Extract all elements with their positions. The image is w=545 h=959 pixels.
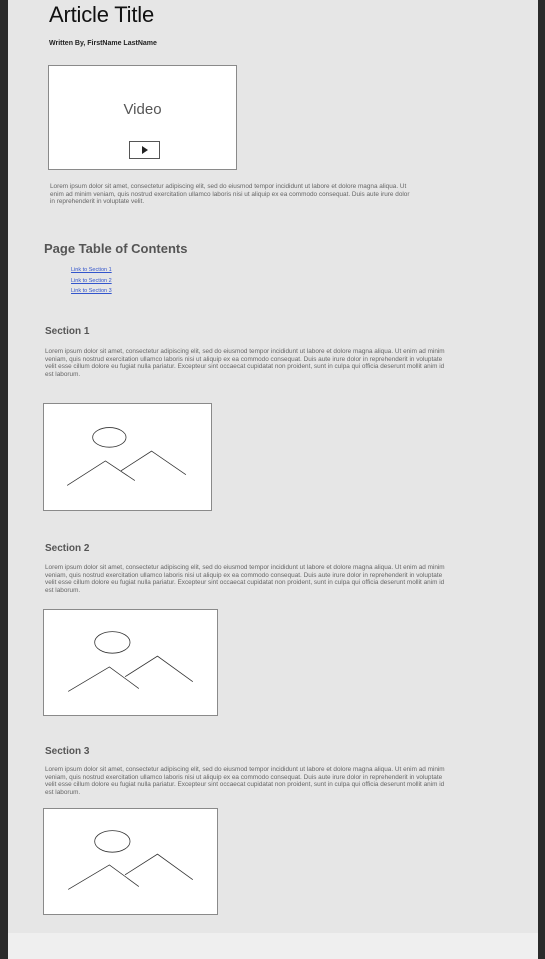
toc-item: Link to Section 3 xyxy=(71,286,112,297)
toc-item: Link to Section 2 xyxy=(71,276,112,287)
section-3-title: Section 3 xyxy=(45,746,90,757)
section-2-title: Section 2 xyxy=(45,543,90,554)
toc-link-section-3[interactable]: Link to Section 3 xyxy=(71,288,112,294)
article-title: Article Title xyxy=(49,2,154,27)
image-placeholder-graphic xyxy=(66,427,187,486)
image-placeholder-graphic xyxy=(67,631,194,692)
toc-title: Page Table of Contents xyxy=(44,241,188,256)
byline: Written By, FirstName LastName xyxy=(49,40,157,47)
play-icon[interactable] xyxy=(129,141,160,159)
image-placeholder-icon xyxy=(43,808,218,915)
video-label: Video xyxy=(123,101,162,118)
section-1-title: Section 1 xyxy=(45,326,90,337)
image-placeholder-icon xyxy=(43,403,212,511)
video-player[interactable]: Video xyxy=(48,65,237,170)
toc-list: Link to Section 1 Link to Section 2 Link… xyxy=(71,265,112,297)
toc-item: Link to Section 1 xyxy=(71,265,112,276)
section-1-body: Lorem ipsum dolor sit amet, consectetur … xyxy=(45,348,445,378)
footer-band xyxy=(8,933,538,959)
article-page: Article Title Written By, FirstName Last… xyxy=(8,0,538,959)
section-2-body: Lorem ipsum dolor sit amet, consectetur … xyxy=(45,564,445,594)
toc-link-section-2[interactable]: Link to Section 2 xyxy=(71,278,112,284)
section-3-body: Lorem ipsum dolor sit amet, consectetur … xyxy=(45,766,445,796)
toc-link-section-1[interactable]: Link to Section 1 xyxy=(71,267,112,273)
intro-paragraph: Lorem ipsum dolor sit amet, consectetur … xyxy=(50,183,410,206)
image-placeholder-icon xyxy=(43,609,218,716)
image-placeholder-graphic xyxy=(67,830,194,890)
